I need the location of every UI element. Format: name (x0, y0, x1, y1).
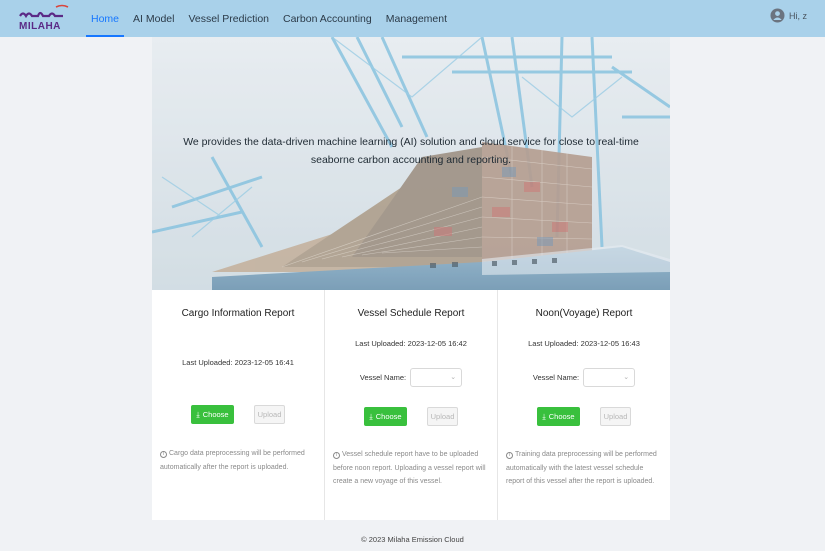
choose-file-button[interactable]: ⤓ Choose (364, 407, 407, 426)
report-upload-section: Cargo Information Report Last Uploaded: … (152, 290, 670, 520)
panel-title: Noon(Voyage) Report (535, 308, 633, 319)
action-buttons: ⤓ Choose Upload (498, 407, 670, 426)
last-uploaded-text: Last Uploaded: 2023-12-05 16:41 (182, 358, 294, 367)
chevron-down-icon: ⌄ (450, 374, 457, 381)
chevron-down-icon: ⌄ (623, 374, 630, 381)
milaha-logo[interactable]: MILAHA (18, 4, 72, 32)
choose-file-button[interactable]: ⤓ Choose (191, 405, 234, 424)
info-note: i Vessel schedule report have to be uploa… (333, 448, 489, 489)
note-text: Cargo data preprocessing will be perform… (160, 450, 305, 471)
vessel-select-row: Vessel Name: ⌄ (325, 368, 497, 387)
action-buttons: ⤓ Choose Upload (152, 405, 324, 424)
vessel-schedule-panel: Vessel Schedule Report Last Uploaded: 20… (324, 290, 497, 520)
user-menu[interactable]: Hi, z (770, 8, 807, 23)
user-greeting: Hi, z (789, 10, 807, 21)
panel-title: Cargo Information Report (181, 308, 295, 319)
cargo-report-panel: Cargo Information Report Last Uploaded: … (152, 290, 324, 520)
vessel-name-label: Vessel Name: (532, 373, 580, 382)
info-circle-icon: i (506, 452, 513, 459)
vessel-name-select[interactable]: ⌄ (583, 368, 636, 387)
vessel-name-select[interactable]: ⌄ (410, 368, 463, 387)
hero-banner: We provides the data-driven machine lear… (152, 37, 670, 290)
info-note: i Cargo data preprocessing will be perfor… (160, 447, 316, 474)
nav-home[interactable]: Home (84, 0, 126, 37)
footer-copyright: © 2023 Milaha Emission Cloud (361, 535, 464, 544)
nav-management[interactable]: Management (379, 0, 454, 37)
nav-carbon-accounting[interactable]: Carbon Accounting (276, 0, 379, 37)
top-navbar: MILAHA Home AI Model Vessel Prediction C… (0, 0, 825, 37)
choose-label: Choose (202, 410, 229, 419)
choose-label: Choose (548, 412, 575, 421)
noon-report-panel: Noon(Voyage) Report Last Uploaded: 2023-… (497, 290, 670, 520)
panel-title: Vessel Schedule Report (357, 308, 465, 319)
info-note: i Training data preprocessing will be per… (506, 448, 662, 489)
user-avatar-icon (770, 8, 785, 23)
upload-icon: ⤓ (196, 409, 200, 419)
info-circle-icon: i (333, 452, 340, 459)
upload-button[interactable]: Upload (254, 405, 285, 424)
nav-vessel-prediction[interactable]: Vessel Prediction (181, 0, 276, 37)
note-text: Training data preprocessing will be perf… (506, 451, 657, 485)
vessel-name-label: Vessel Name: (359, 373, 407, 382)
last-uploaded-text: Last Uploaded: 2023-12-05 16:43 (528, 339, 640, 348)
nav-ai-model[interactable]: AI Model (126, 0, 181, 37)
main-nav: Home AI Model Vessel Prediction Carbon A… (84, 0, 454, 37)
vessel-select-row: Vessel Name: ⌄ (498, 368, 670, 387)
upload-icon: ⤓ (369, 411, 373, 421)
upload-button[interactable]: Upload (600, 407, 631, 426)
choose-file-button[interactable]: ⤓ Choose (537, 407, 580, 426)
action-buttons: ⤓ Choose Upload (325, 407, 497, 426)
hero-tagline: We provides the data-driven machine lear… (183, 136, 639, 166)
svg-text:MILAHA: MILAHA (19, 21, 61, 32)
note-text: Vessel schedule report have to be upload… (333, 451, 486, 485)
choose-label: Choose (375, 412, 402, 421)
upload-button[interactable]: Upload (427, 407, 458, 426)
last-uploaded-text: Last Uploaded: 2023-12-05 16:42 (355, 339, 467, 348)
upload-icon: ⤓ (542, 411, 546, 421)
info-circle-icon: i (160, 451, 167, 458)
